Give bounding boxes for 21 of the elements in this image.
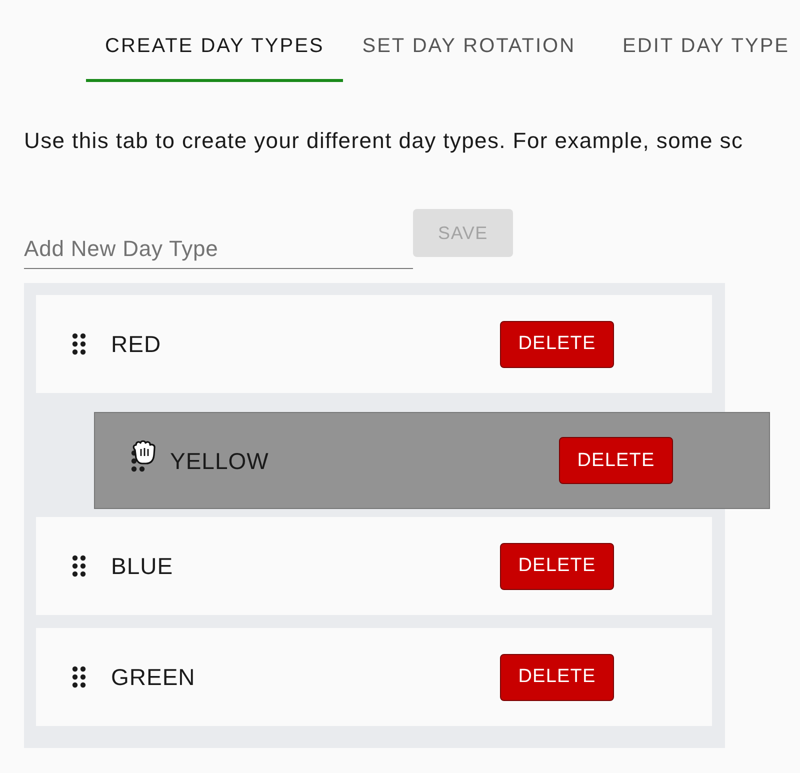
drag-handle-icon[interactable] — [72, 666, 86, 688]
tab[interactable]: EDIT DAY TYPE — [594, 0, 790, 82]
list-row[interactable]: BLUE DELETE — [36, 517, 712, 615]
day-type-name: GREEN — [111, 664, 196, 690]
tab[interactable]: CREATE DAY TYPES — [86, 0, 344, 82]
delete-button[interactable]: DELETE — [559, 437, 673, 484]
drag-handle-icon[interactable] — [72, 333, 86, 355]
drag-handle-icon[interactable] — [72, 555, 86, 577]
dragged-list-row[interactable]: YELLOW DELETE — [94, 412, 770, 509]
day-type-input[interactable]: Add New Day Type — [24, 229, 413, 269]
delete-button[interactable]: DELETE — [500, 542, 614, 590]
intro-text: Use this tab to create your different day types. For example, some sc — [24, 128, 744, 154]
delete-button[interactable]: DELETE — [500, 654, 614, 700]
delete-button[interactable]: DELETE — [500, 320, 614, 368]
list-row[interactable]: GREEN DELETE — [36, 628, 712, 726]
day-type-name: BLUE — [111, 553, 174, 579]
tab[interactable]: SET DAY ROTATION — [343, 0, 595, 82]
list-row[interactable]: RED DELETE — [36, 295, 712, 393]
grab-hand-cursor-icon — [131, 439, 157, 465]
day-type-name: YELLOW — [170, 448, 270, 474]
day-type-name: RED — [111, 331, 162, 357]
